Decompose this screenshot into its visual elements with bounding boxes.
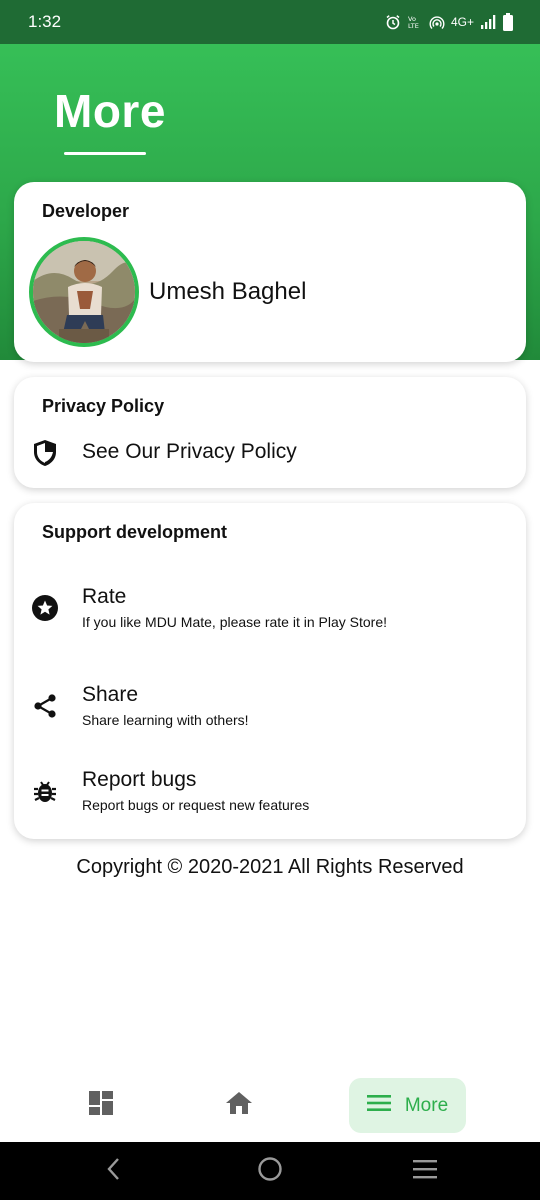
- rate-item[interactable]: Rate If you like MDU Mate, please rate i…: [14, 580, 526, 636]
- rate-title: Rate: [82, 585, 127, 608]
- svg-text:LTE: LTE: [408, 22, 419, 30]
- status-time: 1:32: [28, 12, 62, 31]
- system-back-button[interactable]: [84, 1142, 144, 1200]
- network-type: 4G+: [450, 15, 474, 29]
- alarm-icon: [385, 14, 401, 30]
- page-title: More: [54, 85, 166, 137]
- avatar[interactable]: [29, 237, 139, 347]
- share-item[interactable]: Share Share learning with others!: [14, 678, 526, 734]
- copyright-text: Copyright © 2020-2021 All Rights Reserve…: [76, 856, 464, 878]
- circle-home-icon: [257, 1156, 283, 1187]
- report-bugs-title: Report bugs: [82, 768, 197, 791]
- dashboard-icon: [88, 1090, 114, 1121]
- developer-card: Developer Umesh Baghel: [14, 182, 526, 362]
- report-bugs-subtitle: Report bugs or request new features: [82, 797, 310, 813]
- status-icons: Vo LTE 4G+: [385, 13, 514, 31]
- menu-icon: [366, 1094, 391, 1117]
- report-bugs-item[interactable]: Report bugs Report bugs or request new f…: [14, 763, 526, 819]
- share-subtitle: Share learning with others!: [82, 712, 249, 728]
- bug-icon: [30, 776, 60, 806]
- status-bar: 1:32 Vo LTE 4G+: [0, 0, 540, 44]
- back-icon: [106, 1157, 122, 1186]
- bottom-nav: More: [0, 1070, 540, 1142]
- home-icon: [225, 1091, 253, 1120]
- signal-icon: [480, 15, 496, 29]
- support-card: Support development Rate If you like MDU…: [14, 503, 526, 839]
- support-section-title: Support development: [42, 522, 228, 542]
- battery-icon: [502, 13, 514, 31]
- privacy-policy-item[interactable]: See Our Privacy Policy: [14, 435, 526, 471]
- privacy-section-title: Privacy Policy: [42, 396, 165, 416]
- nav-more-label: More: [404, 1094, 449, 1116]
- system-nav-bar: [0, 1142, 540, 1200]
- title-underline: [64, 152, 146, 155]
- privacy-card: Privacy Policy See Our Privacy Policy: [14, 377, 526, 488]
- nav-dashboard[interactable]: [72, 1078, 130, 1133]
- share-title: Share: [82, 683, 139, 706]
- developer-section-title: Developer: [42, 201, 130, 221]
- hotspot-icon: [429, 14, 445, 30]
- system-home-button[interactable]: [240, 1142, 300, 1200]
- share-icon: [30, 691, 60, 721]
- privacy-policy-label: See Our Privacy Policy: [82, 440, 297, 463]
- star-icon: [30, 593, 60, 623]
- system-recents-button[interactable]: [395, 1142, 455, 1200]
- shield-icon: [30, 438, 60, 468]
- recents-icon: [412, 1158, 438, 1185]
- rate-subtitle: If you like MDU Mate, please rate it in …: [82, 614, 388, 630]
- nav-more[interactable]: More: [349, 1078, 466, 1133]
- nav-home[interactable]: [210, 1078, 268, 1133]
- volte-icon: Vo LTE: [407, 14, 423, 30]
- developer-name: Umesh Baghel: [149, 278, 307, 305]
